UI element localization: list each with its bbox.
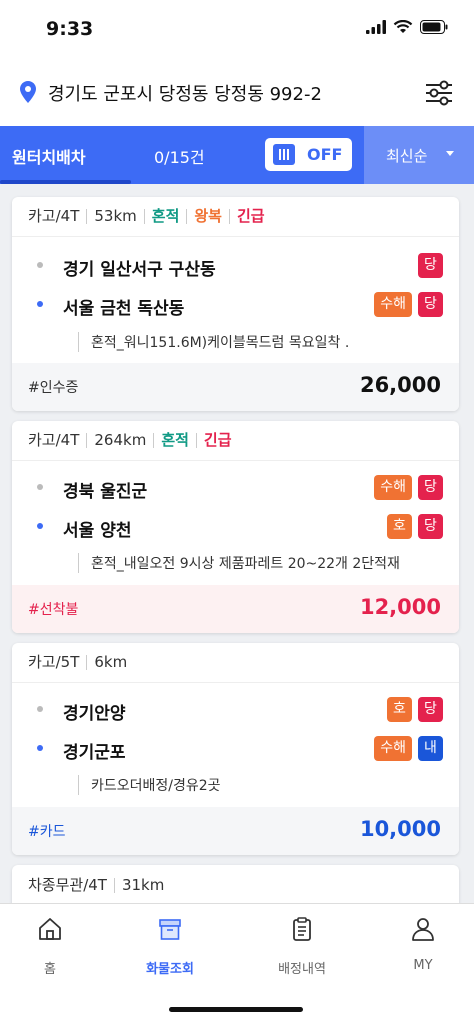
origin-place: 경기안양 <box>63 704 126 724</box>
badge: 수해 <box>374 736 412 761</box>
cargo-memo: 혼적_내일오전 9시상 제품파레트 20~22개 2단적재 <box>78 553 448 573</box>
origin-dot-icon <box>37 706 43 712</box>
dispatch-count: 0/15건 <box>154 148 205 167</box>
destination-place: 서울 금천 독산동 <box>63 299 185 319</box>
origin-place: 경북 울진군 <box>63 482 148 502</box>
tag-distance: 53km <box>86 209 143 224</box>
route-origin: 경기 일산서구 구산동 당 <box>12 251 459 281</box>
tag-distance: 6km <box>86 655 134 670</box>
status-icons <box>366 20 448 34</box>
route-origin: 경북 울진군 수해 당 <box>12 473 459 503</box>
origin-place: 경기 일산서구 구산동 <box>63 260 216 280</box>
route-destination: 서울 양천 호 당 <box>12 512 459 542</box>
badge: 당 <box>418 253 443 278</box>
nav-history[interactable]: 배정내역 <box>243 916 361 977</box>
dispatch-bar: 원터치배차 0/15건 OFF 최신순 <box>0 126 474 184</box>
route-destination: 서울 금천 독산동 수해 당 <box>12 290 459 320</box>
destination-dot-icon <box>37 745 43 751</box>
cargo-memo: 카드오더배정/경유2곳 <box>78 775 448 795</box>
battery-icon <box>420 20 448 34</box>
cargo-memo: 혼적_워니151.6M)케이블목드럼 목요일착 . <box>78 332 448 352</box>
card-tags: 카고/5T 6km <box>12 643 459 683</box>
badge: 호 <box>387 697 412 722</box>
cargo-card[interactable]: 카고/4T 53km 혼적 왕복 긴급 경기 일산서구 구산동 당 서울 금천 … <box>12 197 459 411</box>
dispatch-toggle[interactable]: OFF <box>265 138 352 171</box>
tab-indicator <box>0 180 131 184</box>
route-destination: 경기군포 수해 내 <box>12 734 459 764</box>
payment-type: #카드 <box>28 824 66 840</box>
nav-home[interactable]: 홈 <box>0 916 109 977</box>
card-tags: 차종무관/4T 31km <box>12 865 459 905</box>
toggle-knob <box>273 144 295 165</box>
home-icon <box>39 918 61 940</box>
price: 12,000 <box>359 595 441 619</box>
card-tags: 카고/4T 264km 혼적 긴급 <box>12 421 459 461</box>
payment-type: #인수증 <box>28 380 79 396</box>
cargo-card[interactable]: 카고/4T 264km 혼적 긴급 경북 울진군 수해 당 서울 양천 호 당 … <box>12 421 459 633</box>
nav-my-label: MY <box>413 958 433 973</box>
nav-home-label: 홈 <box>44 962 56 977</box>
tag-mixed: 혼적 <box>153 433 196 448</box>
price: 10,000 <box>359 817 441 841</box>
destination-dot-icon <box>37 301 43 307</box>
badge: 당 <box>418 475 443 500</box>
cargo-card[interactable]: 카고/5T 6km 경기안양 호 당 경기군포 수해 내 카드오더배정/경유2곳… <box>12 643 459 855</box>
tag-urgent: 긴급 <box>228 209 272 224</box>
origin-dot-icon <box>37 262 43 268</box>
price: 26,000 <box>359 373 441 397</box>
caret-down-icon <box>446 151 454 156</box>
sort-label: 최신순 <box>386 147 428 165</box>
badge: 호 <box>387 514 412 539</box>
tag-vehicle: 차종무관/4T <box>28 875 107 894</box>
bottom-nav: 홈 화물조회 배정내역 MY <box>0 903 474 1024</box>
nav-cargo-label: 화물조회 <box>146 962 194 977</box>
nav-my[interactable]: MY <box>364 916 474 973</box>
tag-roundtrip: 왕복 <box>186 209 229 224</box>
clipboard-icon <box>293 917 311 941</box>
badge: 내 <box>418 736 443 761</box>
payment-type: #선착불 <box>28 602 79 618</box>
user-icon <box>412 918 434 941</box>
tag-urgent: 긴급 <box>195 433 239 448</box>
destination-dot-icon <box>37 523 43 529</box>
destination-place: 경기군포 <box>63 743 126 763</box>
tag-vehicle: 카고/4T <box>28 431 80 449</box>
home-indicator <box>169 1007 303 1012</box>
card-footer: #카드 10,000 <box>12 807 459 855</box>
status-bar: 9:33 <box>0 0 474 58</box>
card-footer: #인수증 26,000 <box>12 363 459 411</box>
badge: 수해 <box>374 475 412 500</box>
card-footer: #선착불 12,000 <box>12 585 459 633</box>
location-pin-icon <box>20 81 36 103</box>
wifi-icon <box>393 20 413 33</box>
origin-dot-icon <box>37 484 43 490</box>
one-touch-dispatch-tab[interactable]: 원터치배차 <box>12 144 86 168</box>
nav-history-label: 배정내역 <box>278 962 326 977</box>
tag-mixed: 혼적 <box>143 209 187 224</box>
filter-sliders-icon[interactable] <box>424 78 454 108</box>
tag-distance: 31km <box>113 877 171 893</box>
badge: 당 <box>418 514 443 539</box>
signal-icon <box>366 20 386 34</box>
badge: 당 <box>418 697 443 722</box>
route-origin: 경기안양 호 당 <box>12 695 459 725</box>
badge: 수해 <box>374 292 412 317</box>
badge: 당 <box>418 292 443 317</box>
box-icon <box>159 919 181 940</box>
toggle-label: OFF <box>307 145 343 164</box>
tag-distance: 264km <box>86 433 153 448</box>
status-time: 9:33 <box>46 18 94 40</box>
address-text[interactable]: 경기도 군포시 당정동 당정동 992-2 <box>48 80 322 106</box>
destination-place: 서울 양천 <box>63 521 132 541</box>
tag-vehicle: 카고/4T <box>28 207 80 225</box>
nav-cargo[interactable]: 화물조회 <box>111 916 229 977</box>
tag-vehicle: 카고/5T <box>28 653 80 671</box>
sort-dropdown[interactable]: 최신순 <box>364 126 474 184</box>
address-bar[interactable]: 경기도 군포시 당정동 당정동 992-2 <box>0 58 474 126</box>
card-tags: 카고/4T 53km 혼적 왕복 긴급 <box>12 197 459 237</box>
